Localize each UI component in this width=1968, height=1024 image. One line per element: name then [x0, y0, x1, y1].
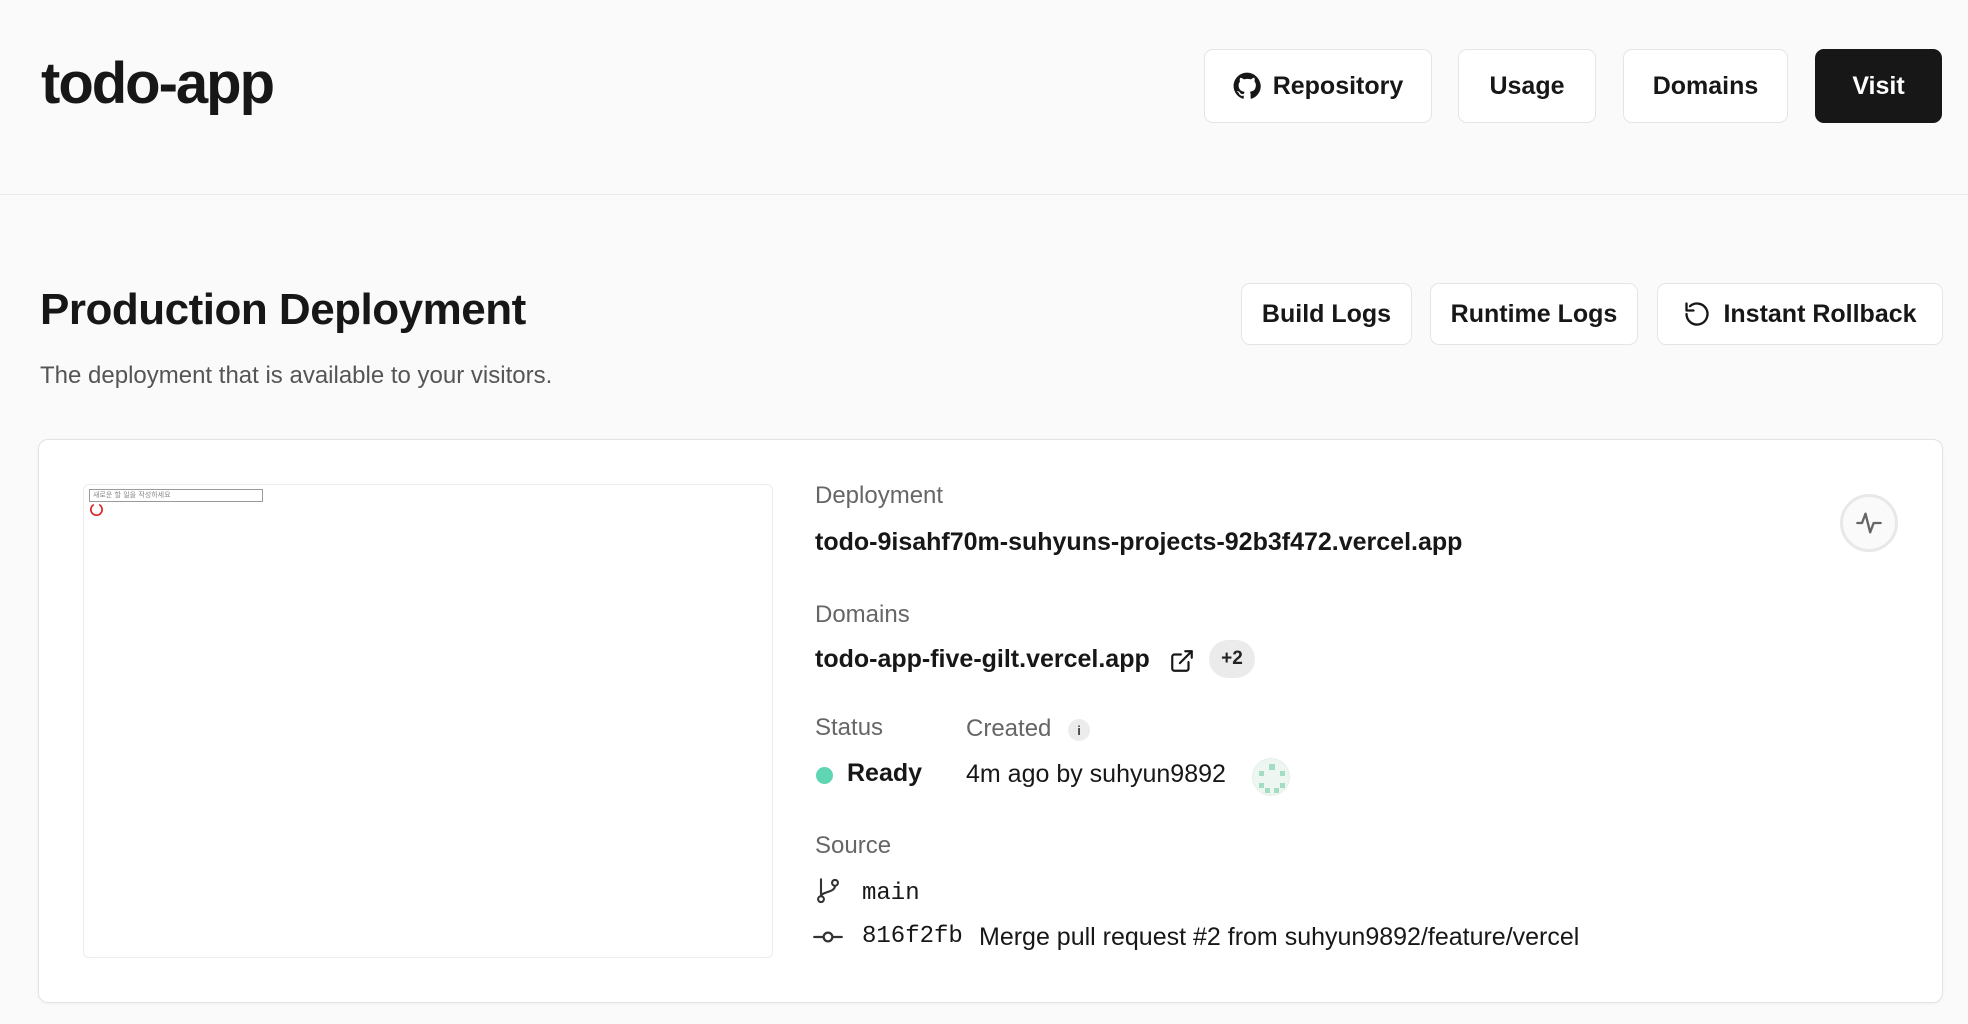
project-header: todo-app Repository Usage Domains Visit — [0, 0, 1968, 195]
deployment-card: 새로운 할 일을 작성하세요 Deployment todo-9isahf70m… — [38, 439, 1943, 1003]
status-dot — [816, 767, 833, 784]
deployment-url[interactable]: todo-9isahf70m-suhyuns-projects-92b3f472… — [815, 528, 1462, 557]
created-value: 4m ago by suhyun9892 — [966, 760, 1226, 788]
created-label: Created — [966, 715, 1052, 742]
build-logs-button[interactable]: Build Logs — [1241, 283, 1412, 345]
section-subtitle: The deployment that is available to your… — [40, 362, 553, 389]
instant-rollback-label: Instant Rollback — [1723, 299, 1917, 328]
deployment-label: Deployment — [815, 482, 944, 509]
instant-rollback-button[interactable]: Instant Rollback — [1657, 283, 1943, 345]
extra-domains-badge[interactable]: +2 — [1209, 640, 1255, 678]
domains-button-label: Domains — [1652, 71, 1759, 100]
domains-label: Domains — [815, 601, 910, 628]
identicon-icon — [1259, 764, 1285, 793]
github-icon — [1233, 72, 1261, 99]
source-label: Source — [815, 832, 892, 859]
usage-button-label: Usage — [1489, 71, 1565, 100]
git-commit-icon — [813, 931, 843, 943]
commit-hash[interactable]: 816f2fb — [862, 923, 963, 950]
visit-button-label: Visit — [1852, 71, 1905, 100]
git-branch-icon — [817, 878, 839, 904]
runtime-logs-label: Runtime Logs — [1450, 299, 1618, 328]
monitoring-button[interactable] — [1840, 494, 1898, 552]
section-title: Production Deployment — [40, 285, 526, 334]
info-icon[interactable]: i — [1068, 719, 1090, 741]
status-value: Ready — [847, 759, 923, 787]
status-label: Status — [815, 714, 884, 741]
preview-todo-input: 새로운 할 일을 작성하세요 — [89, 489, 263, 502]
external-link-icon[interactable] — [1169, 648, 1195, 674]
loading-spinner-icon — [90, 504, 103, 516]
domains-button[interactable]: Domains — [1623, 49, 1788, 123]
deployment-preview[interactable]: 새로운 할 일을 작성하세요 — [83, 484, 773, 958]
project-title: todo-app — [41, 51, 275, 116]
repository-button-label: Repository — [1272, 71, 1404, 100]
visit-button[interactable]: Visit — [1815, 49, 1942, 123]
branch-name[interactable]: main — [862, 880, 920, 907]
activity-icon — [1856, 512, 1882, 534]
runtime-logs-button[interactable]: Runtime Logs — [1430, 283, 1638, 345]
repository-button[interactable]: Repository — [1204, 49, 1432, 123]
avatar[interactable] — [1252, 758, 1290, 796]
usage-button[interactable]: Usage — [1458, 49, 1596, 123]
primary-domain-link[interactable]: todo-app-five-gilt.vercel.app — [815, 645, 1150, 674]
rollback-icon — [1685, 302, 1710, 326]
build-logs-label: Build Logs — [1261, 299, 1392, 328]
commit-message[interactable]: Merge pull request #2 from suhyun9892/fe… — [979, 923, 1579, 952]
